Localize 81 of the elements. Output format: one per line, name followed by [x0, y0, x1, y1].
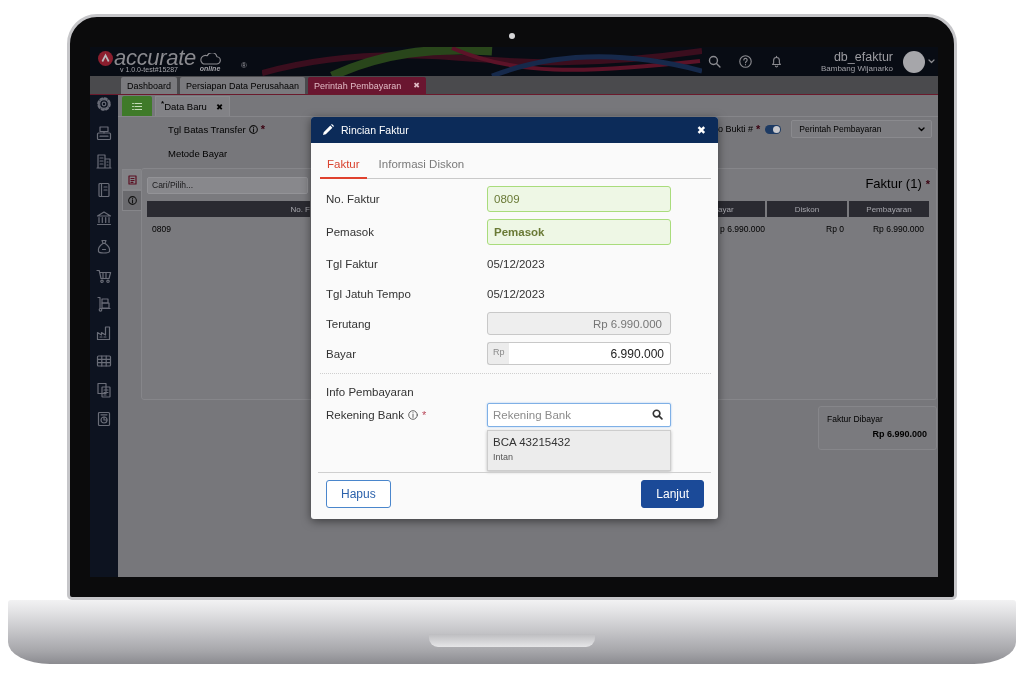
tab[interactable]: $^{*}$Data Baru ✖ [155, 96, 231, 116]
search-icon [652, 409, 663, 420]
factory-icon[interactable] [96, 324, 112, 341]
building-icon[interactable] [96, 153, 112, 170]
field-label: Metode Bayar [168, 147, 228, 159]
continue-button[interactable]: Lanjut [641, 480, 704, 508]
section-title: Info Pembayaran [325, 385, 415, 400]
bank-icon[interactable] [96, 210, 112, 227]
help-icon[interactable] [738, 55, 752, 68]
tab[interactable]: Dashboard [121, 77, 178, 94]
table-header-cell: ayar [718, 201, 765, 217]
table-cell-text: Rp 0 [825, 222, 845, 236]
tab[interactable]: Faktur [320, 157, 367, 179]
trademark-sign: ® [241, 61, 247, 70]
required-mark: * [925, 178, 930, 189]
field-label: Tgl Faktur [326, 257, 379, 270]
close-button[interactable]: ✖ [413, 81, 420, 90]
table-header-cell: Pembayaran [849, 201, 929, 217]
documents-icon[interactable] [96, 381, 112, 398]
search-field[interactable]: Cari/Pilih... [147, 176, 308, 194]
report-icon[interactable] [96, 410, 112, 427]
table-cell-text: Rp 6.990.000 [871, 222, 925, 236]
close-button[interactable]: ✖ [696, 124, 706, 136]
toggle-switch[interactable] [765, 124, 782, 134]
input-field[interactable]: Rp 6.990.000 [487, 312, 671, 335]
tab[interactable]: Informasi Diskon [371, 157, 472, 179]
database-name: db_efaktur [833, 50, 893, 64]
type-select[interactable]: Perintah Pembayaran [791, 120, 933, 138]
input-field[interactable]: Pemasok [487, 219, 671, 245]
field-value: 05/12/2023 [487, 257, 546, 270]
side-tab[interactable] [122, 169, 141, 190]
required-mark: * [756, 124, 761, 134]
input-field[interactable]: 0809 [487, 186, 671, 212]
cloud-icon [199, 52, 221, 65]
cart-icon[interactable] [96, 267, 112, 284]
panel-title: Faktur (1) [865, 176, 922, 192]
webcam-icon [509, 33, 515, 39]
pencil-icon [322, 124, 334, 136]
field-label: Pemasok [326, 226, 375, 238]
required-mark: * [422, 409, 427, 421]
list-view-button[interactable] [122, 96, 152, 116]
chevron-down-icon [918, 126, 926, 132]
document-icon [127, 174, 137, 185]
bell-icon[interactable] [769, 55, 783, 68]
dropdown-option[interactable]: BCA 43215432 Intan [488, 431, 670, 470]
dialog-title: Rincian Faktur [341, 124, 410, 136]
tab[interactable]: Persiapan Data Perusahaan [180, 77, 306, 94]
field-label: Terutang [326, 317, 372, 330]
table-cell-text: 0809 [152, 222, 171, 236]
field-label: Tgl Jatuh Tempo [326, 287, 412, 300]
summary-label: Faktur Dibayar [827, 414, 884, 424]
field-label: Tgl Batas Transfer [168, 123, 246, 135]
settings-icon[interactable] [96, 96, 112, 112]
money-bag-icon[interactable] [96, 238, 112, 255]
summary-value: Rp 6.990.000 [872, 429, 927, 439]
field-label: No. Faktur [326, 193, 381, 205]
delete-button[interactable]: Hapus [326, 480, 391, 508]
hand-truck-icon[interactable] [96, 296, 112, 313]
table-cell-text: p 6.990.000 [719, 222, 765, 236]
cash-register-icon[interactable] [96, 124, 112, 141]
chevron-down-icon[interactable] [928, 59, 935, 64]
close-button[interactable]: ✖ [215, 101, 224, 112]
logo-icon [98, 51, 113, 66]
field-value: 05/12/2023 [487, 287, 546, 300]
table-header-cell: No. F [147, 201, 310, 217]
logo-text: accurate [114, 49, 196, 66]
field-label: Rekening Bank [326, 409, 404, 421]
tab[interactable]: Perintah Pembayaran ✖ [308, 77, 426, 94]
search-field[interactable]: Rekening Bank [487, 403, 671, 427]
list-icon [132, 101, 142, 111]
table-icon[interactable] [96, 353, 112, 370]
search-icon[interactable] [707, 55, 721, 68]
field-label: o Bukti # [718, 124, 754, 134]
required-mark: * [260, 124, 265, 134]
table-header-cell: Diskon [767, 201, 847, 217]
field-label: Bayar [326, 347, 358, 360]
side-tab[interactable] [122, 190, 141, 211]
user-name: Bambang Wijanarko [820, 63, 893, 73]
info-icon [127, 196, 137, 205]
avatar-icon[interactable] [903, 50, 925, 73]
book-icon[interactable] [96, 181, 112, 198]
